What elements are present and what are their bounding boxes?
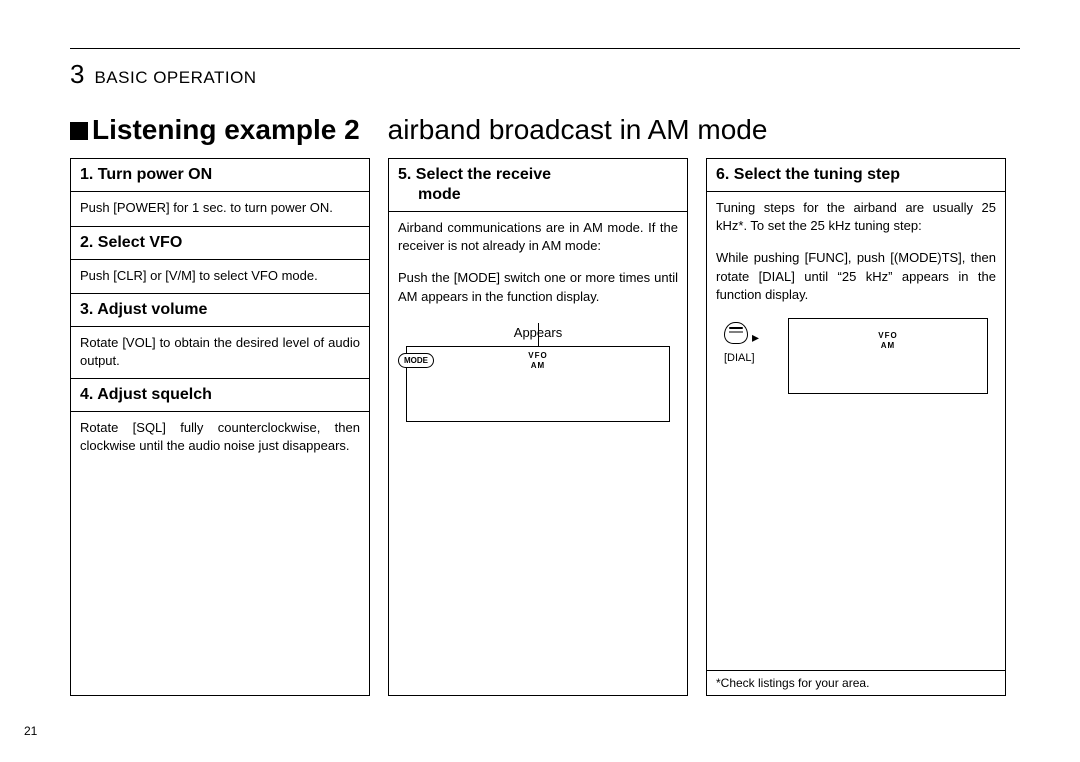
step-5-heading-line1: 5. Select the receive — [398, 166, 551, 183]
pointer-line-icon — [538, 323, 539, 347]
step-4-body: Rotate [SQL] fully counterclockwise, the… — [71, 412, 369, 462]
step-3-heading: 3. Adjust volume — [71, 294, 369, 327]
step-5-heading-line2: mode — [398, 185, 678, 205]
dial-knob-icon — [724, 322, 748, 344]
dial-diagram: ▸ VFO AM [DIAL] — [724, 322, 988, 367]
step-3-body: Rotate [VOL] to obtain the desired level… — [71, 327, 369, 379]
step-4-heading: 4. Adjust squelch — [71, 379, 369, 412]
chapter-title: BASIC OPERATION — [94, 68, 256, 88]
lcd-display-2: VFO AM — [788, 318, 988, 394]
chapter-header: 3 BASIC OPERATION — [70, 59, 1020, 90]
step-5-p1: Airband communications are in AM mode. I… — [398, 219, 678, 255]
lcd2-am: AM — [878, 341, 897, 351]
step-1-body: Push [POWER] for 1 sec. to turn power ON… — [71, 192, 369, 227]
manual-page: 3 BASIC OPERATION Listening example 2 air… — [0, 0, 1080, 762]
lcd-display: MODE VFO AM — [406, 346, 670, 422]
lcd2-vfo: VFO — [878, 331, 897, 341]
footnote: *Check listings for your area. — [707, 670, 1005, 695]
column-2: 5. Select the receive mode Airband commu… — [388, 158, 688, 696]
lcd-am: AM — [528, 361, 547, 371]
lcd-text: VFO AM — [528, 351, 547, 370]
column-1: 1. Turn power ON Push [POWER] for 1 sec.… — [70, 158, 370, 696]
mode-button-icon: MODE — [398, 353, 434, 368]
title-sub: airband broadcast in AM mode — [388, 114, 768, 145]
step-2-heading: 2. Select VFO — [71, 227, 369, 260]
step-2-body: Push [CLR] or [V/M] to select VFO mode. — [71, 260, 369, 295]
lcd-vfo: VFO — [528, 351, 547, 361]
lcd-text-2: VFO AM — [878, 331, 897, 350]
page-number: 21 — [24, 724, 37, 738]
column-3: 6. Select the tuning step Tuning steps f… — [706, 158, 1006, 696]
step-6-heading: 6. Select the tuning step — [707, 159, 1005, 192]
columns: 1. Turn power ON Push [POWER] for 1 sec.… — [70, 158, 1020, 696]
title-main: Listening example 2 — [92, 114, 360, 145]
rule-top — [70, 48, 1020, 49]
step-6-p1: Tuning steps for the airband are usually… — [716, 199, 996, 235]
step-5-body: Airband communications are in AM mode. I… — [389, 212, 687, 429]
step-6-body: Tuning steps for the airband are usually… — [707, 192, 1005, 374]
step-5-p2: Push the [MODE] switch one or more times… — [398, 269, 678, 305]
step-5-heading: 5. Select the receive mode — [389, 159, 687, 212]
arrow-right-icon: ▸ — [752, 328, 759, 348]
step-6-p2: While pushing [FUNC], push [(MODE)TS], t… — [716, 249, 996, 304]
page-title: Listening example 2 airband broadcast in … — [70, 114, 1020, 146]
chapter-number: 3 — [70, 59, 84, 90]
bullet-square-icon — [70, 122, 88, 140]
step-1-heading: 1. Turn power ON — [71, 159, 369, 192]
